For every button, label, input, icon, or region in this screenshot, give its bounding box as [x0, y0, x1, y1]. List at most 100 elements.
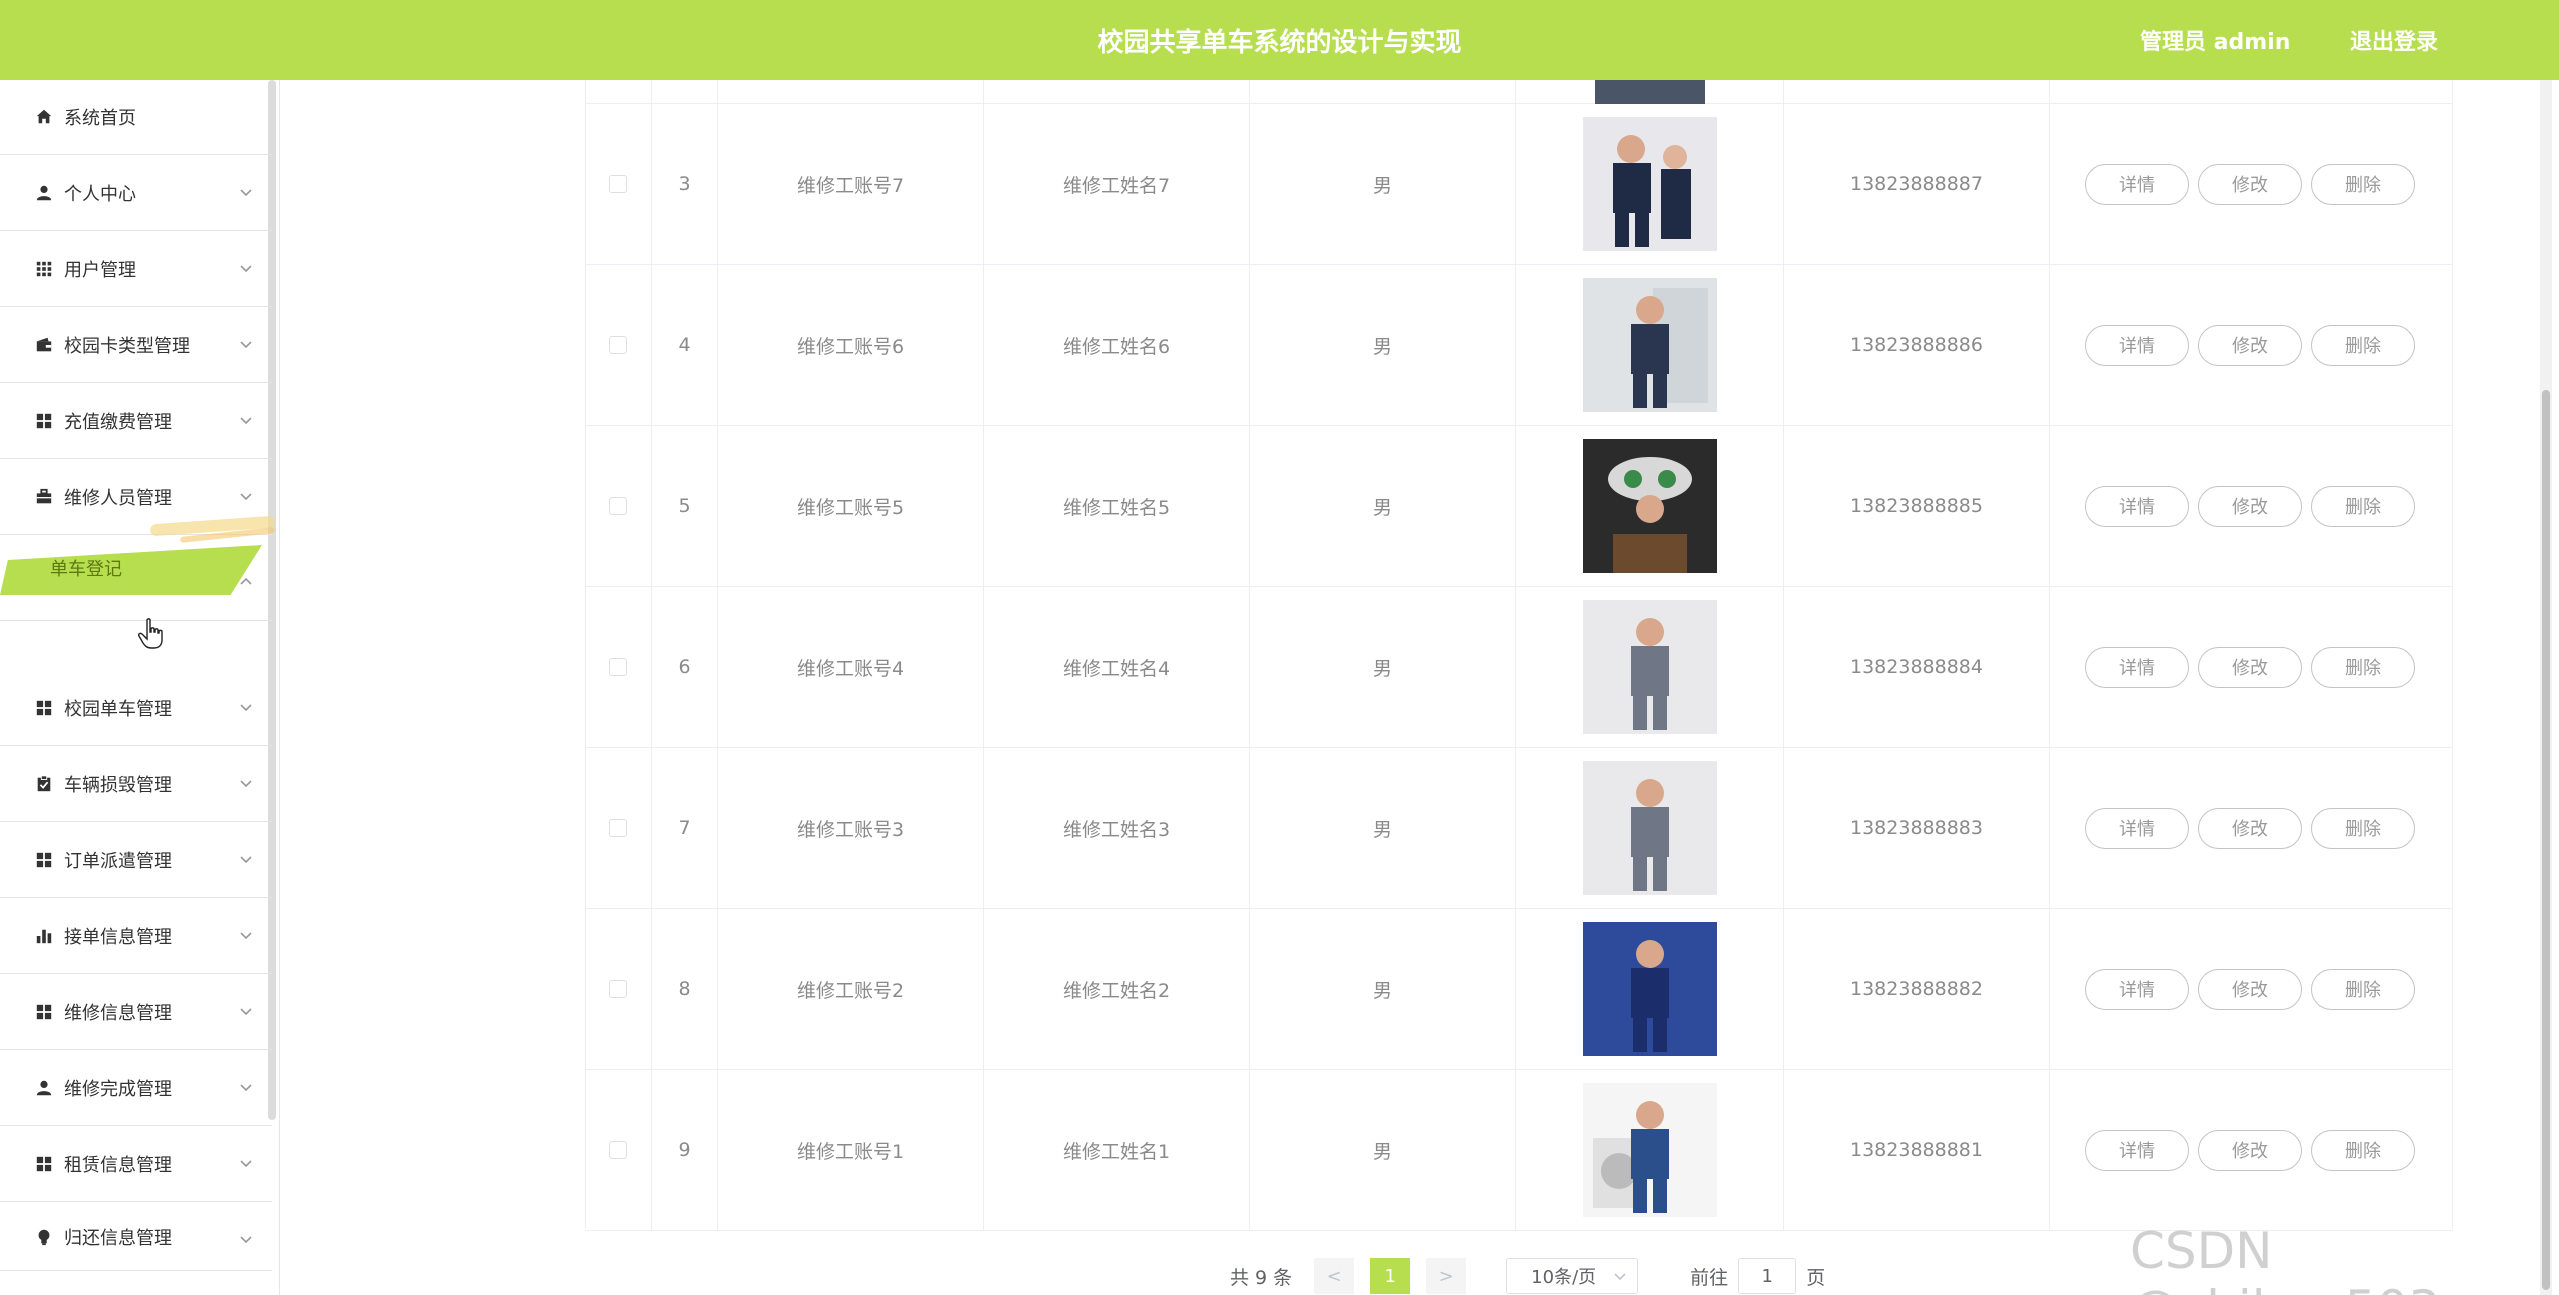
edit-button[interactable]: 修改 — [2198, 968, 2302, 1010]
delete-button[interactable]: 删除 — [2311, 1129, 2415, 1171]
sidebar-item-label: 充值缴费管理 — [64, 412, 172, 433]
apps-icon — [32, 1000, 56, 1024]
chevron-down-icon — [240, 189, 252, 197]
sidebar-item-label: 个人中心 — [64, 184, 136, 205]
row-checkbox-cell — [585, 748, 652, 908]
chevron-down-icon — [240, 1008, 252, 1016]
sidebar-item[interactable]: 校园单车管理 — [0, 671, 272, 746]
detail-button[interactable]: 详情 — [2085, 324, 2189, 366]
chevron-down-icon — [240, 265, 252, 273]
apps-icon — [32, 409, 56, 433]
sidebar-item[interactable]: 维修信息管理 — [0, 975, 272, 1050]
row-checkbox-cell — [585, 1070, 652, 1230]
row-checkbox[interactable] — [609, 658, 627, 676]
chevron-down-icon — [240, 1084, 252, 1092]
sidebar-item-label: 用户管理 — [64, 260, 136, 281]
repairman-sex: 男 — [1250, 1070, 1516, 1230]
chevron-down-icon — [240, 704, 252, 712]
row-index: 5 — [652, 426, 718, 586]
table-row: 4 维修工账号6 维修工姓名6 男 13823888886 详情 修改 删除 — [585, 265, 2453, 426]
next-page-button[interactable]: > — [1426, 1258, 1467, 1294]
repairman-account: 维修工账号6 — [718, 265, 984, 425]
row-index: 3 — [652, 104, 718, 264]
detail-button[interactable]: 详情 — [2085, 1129, 2189, 1171]
chevron-down-icon — [240, 341, 252, 349]
edit-button[interactable]: 修改 — [2198, 485, 2302, 527]
row-checkbox[interactable] — [609, 336, 627, 354]
chevron-down-icon — [240, 493, 252, 501]
table-row-partial — [585, 79, 2453, 104]
sidebar-item[interactable]: 车辆损毁管理 — [0, 747, 272, 822]
row-checkbox[interactable] — [609, 980, 627, 998]
row-checkbox[interactable] — [609, 1141, 627, 1159]
chevron-down-icon — [240, 856, 252, 864]
detail-button[interactable]: 详情 — [2085, 485, 2189, 527]
delete-button[interactable]: 删除 — [2311, 163, 2415, 205]
row-checkbox[interactable] — [609, 175, 627, 193]
detail-button[interactable]: 详情 — [2085, 807, 2189, 849]
repairman-photo-cell — [1516, 748, 1784, 908]
briefcase-icon — [32, 485, 56, 509]
sidebar-item[interactable]: 维修完成管理 — [0, 1051, 272, 1126]
repairman-photo-cell — [1516, 587, 1784, 747]
repairman-account: 维修工账号4 — [718, 587, 984, 747]
row-checkbox[interactable] — [609, 819, 627, 837]
page-scrollbar[interactable] — [2540, 80, 2552, 1295]
detail-button[interactable]: 详情 — [2085, 163, 2189, 205]
detail-button[interactable]: 详情 — [2085, 968, 2189, 1010]
chevron-down-icon — [240, 1160, 252, 1168]
sidebar-item-label: 归还信息管理 — [64, 1227, 172, 1249]
apps-icon — [32, 696, 56, 720]
sidebar-item[interactable]: 租赁信息管理 — [0, 1127, 272, 1202]
repairman-phone: 13823888882 — [1784, 909, 2050, 1069]
page-number-1[interactable]: 1 — [1370, 1258, 1411, 1294]
sidebar-item[interactable]: 用户管理 — [0, 232, 272, 307]
edit-button[interactable]: 修改 — [2198, 807, 2302, 849]
detail-button[interactable]: 详情 — [2085, 646, 2189, 688]
row-checkbox-cell — [585, 426, 652, 586]
page-scrollbar-thumb[interactable] — [2542, 390, 2550, 1290]
page-size-select[interactable]: 10条/页 — [1506, 1258, 1639, 1294]
row-actions: 详情 修改 删除 — [2050, 909, 2453, 1069]
row-checkbox[interactable] — [609, 497, 627, 515]
row-actions: 详情 修改 删除 — [2050, 748, 2453, 908]
chevron-down-icon — [240, 417, 252, 425]
prev-page-button[interactable]: < — [1314, 1258, 1355, 1294]
delete-button[interactable]: 删除 — [2311, 485, 2415, 527]
table-row: 6 维修工账号4 维修工姓名4 男 13823888884 详情 修改 删除 — [585, 587, 2453, 748]
edit-button[interactable]: 修改 — [2198, 1129, 2302, 1171]
sidebar-item[interactable]: 系统首页 — [0, 80, 272, 155]
repairman-sex: 男 — [1250, 587, 1516, 747]
row-index: 7 — [652, 748, 718, 908]
edit-button[interactable]: 修改 — [2198, 163, 2302, 205]
grid-icon — [32, 257, 56, 281]
edit-button[interactable]: 修改 — [2198, 646, 2302, 688]
sidebar-item[interactable]: 校园卡类型管理 — [0, 308, 272, 383]
sidebar-item[interactable]: 订单派遣管理 — [0, 823, 272, 898]
repairman-account: 维修工账号3 — [718, 748, 984, 908]
repairman-name: 维修工姓名3 — [984, 748, 1250, 908]
home-icon — [32, 105, 56, 129]
sidebar-item[interactable]: 个人中心 — [0, 156, 272, 231]
repairman-phone: 13823888884 — [1784, 587, 2050, 747]
sidebar-item[interactable]: 充值缴费管理 — [0, 384, 272, 459]
bulb-icon — [32, 1225, 56, 1249]
sidebar-item[interactable]: 归还信息管理 — [0, 1203, 272, 1271]
repairman-photo-cell — [1516, 104, 1784, 264]
repairman-name: 维修工姓名2 — [984, 909, 1250, 1069]
apps-icon — [32, 1152, 56, 1176]
sidebar-item-label: 维修完成管理 — [64, 1079, 172, 1100]
delete-button[interactable]: 删除 — [2311, 807, 2415, 849]
repairman-account: 维修工账号5 — [718, 426, 984, 586]
sidebar-item[interactable]: 接单信息管理 — [0, 899, 272, 974]
delete-button[interactable]: 删除 — [2311, 324, 2415, 366]
delete-button[interactable]: 删除 — [2311, 968, 2415, 1010]
goto-page-input[interactable] — [1738, 1258, 1797, 1294]
table-row: 9 维修工账号1 维修工姓名1 男 13823888881 详情 修改 删除 — [585, 1070, 2453, 1231]
edit-button[interactable]: 修改 — [2198, 324, 2302, 366]
chevron-down-icon — [1614, 1273, 1626, 1281]
submenu-item-label: 单车登记 — [50, 559, 122, 580]
logout-link[interactable]: 退出登录 — [2350, 24, 2438, 56]
repairman-photo-cell — [1516, 1070, 1784, 1230]
delete-button[interactable]: 删除 — [2311, 646, 2415, 688]
